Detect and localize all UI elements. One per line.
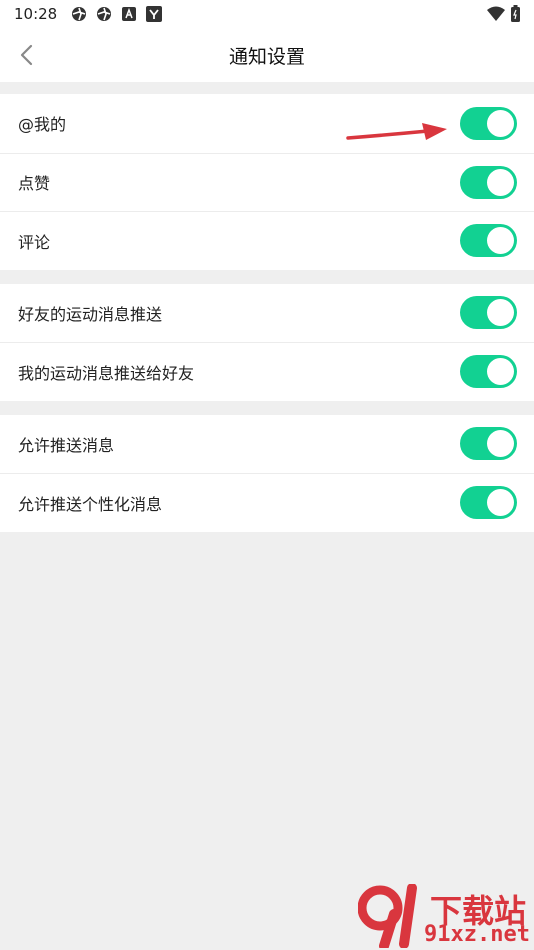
toggle-knob <box>487 489 514 517</box>
section-divider <box>0 269 534 284</box>
settings-group-friends: 好友的运动消息推送 我的运动消息推送给好友 <box>0 283 534 401</box>
personalized-push-toggle[interactable] <box>460 486 517 520</box>
settings-group-push: 允许推送消息 允许推送个性化消息 <box>0 414 534 532</box>
setting-label: 允许推送消息 <box>18 435 115 455</box>
likes-toggle[interactable] <box>460 165 517 199</box>
setting-row-share-activity: 我的运动消息推送给好友 <box>0 342 534 401</box>
a-letter-icon <box>121 6 137 22</box>
setting-row-friend-activity: 好友的运动消息推送 <box>0 284 534 343</box>
section-divider <box>0 82 534 94</box>
section-divider <box>0 400 534 415</box>
page-title: 通知设置 <box>228 45 305 68</box>
share-activity-toggle[interactable] <box>460 355 517 389</box>
brand-logo-icon <box>358 884 417 948</box>
toggle-knob <box>487 299 514 327</box>
status-bar: 10:28 <box>0 0 534 28</box>
setting-label: 评论 <box>18 232 51 252</box>
setting-row-personalized-push: 允许推送个性化消息 <box>0 473 534 532</box>
toggle-knob <box>487 227 514 255</box>
notification-icons <box>71 6 163 22</box>
chevron-left-icon[interactable] <box>12 41 40 69</box>
watermark: 下载站 91xz.net <box>358 884 530 948</box>
watermark-domain: 91xz.net <box>424 922 530 947</box>
toggle-knob <box>487 430 514 458</box>
setting-row-likes: 点赞 <box>0 152 534 212</box>
toggle-knob <box>487 109 514 137</box>
setting-label: @我的 <box>18 115 67 135</box>
system-icons <box>487 5 520 26</box>
comments-toggle[interactable] <box>460 224 517 258</box>
status-time: 10:28 <box>14 5 58 23</box>
settings-group-interactions: @我的 点赞 评论 <box>0 94 534 270</box>
wifi-icon <box>487 6 505 26</box>
friend-activity-toggle[interactable] <box>460 296 517 330</box>
mentions-toggle[interactable] <box>460 106 517 140</box>
setting-label: 我的运动消息推送给好友 <box>18 363 195 383</box>
setting-label: 允许推送个性化消息 <box>18 494 163 514</box>
aperture-icon <box>71 6 87 22</box>
battery-icon <box>511 5 520 26</box>
setting-row-mentions: @我的 <box>0 94 534 153</box>
aperture-icon <box>96 6 112 22</box>
toggle-knob <box>487 358 514 386</box>
setting-label: 点赞 <box>18 174 51 194</box>
setting-label: 好友的运动消息推送 <box>18 304 163 324</box>
y-letter-icon <box>146 6 163 22</box>
annotation-arrow-icon <box>346 123 447 140</box>
setting-row-comments: 评论 <box>0 211 534 270</box>
setting-row-allow-push: 允许推送消息 <box>0 415 534 474</box>
app-header: 通知设置 <box>0 28 534 82</box>
allow-push-toggle[interactable] <box>460 427 517 461</box>
toggle-knob <box>487 168 514 196</box>
